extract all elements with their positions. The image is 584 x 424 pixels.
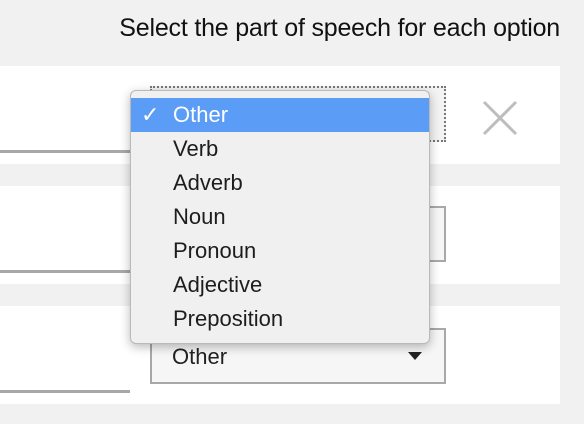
dropdown-option-other[interactable]: ✓ Other (131, 98, 429, 132)
page: Select the part of speech for each optio… (0, 0, 584, 424)
part-of-speech-dropdown: ✓ Other Verb Adverb Noun Pronoun Adjecti… (130, 90, 430, 344)
chevron-down-icon (408, 352, 422, 360)
check-icon: ✓ (141, 102, 160, 127)
answer-line (0, 390, 130, 393)
select-value: Other (172, 344, 228, 369)
option-label: Verb (173, 136, 219, 161)
dropdown-option-adjective[interactable]: Adjective (131, 268, 429, 302)
option-label: Adjective (173, 272, 263, 297)
answer-line (0, 270, 130, 273)
instruction-heading: Select the part of speech for each optio… (119, 14, 560, 42)
option-label: Preposition (173, 306, 284, 331)
option-label: Noun (173, 204, 226, 229)
dropdown-option-noun[interactable]: Noun (131, 200, 429, 234)
dropdown-option-preposition[interactable]: Preposition (131, 302, 429, 336)
answer-line (0, 150, 130, 153)
dropdown-option-verb[interactable]: Verb (131, 132, 429, 166)
close-icon[interactable] (478, 96, 522, 140)
option-label: Adverb (173, 170, 243, 195)
option-label: Other (173, 102, 229, 127)
dropdown-option-pronoun[interactable]: Pronoun (131, 234, 429, 268)
option-label: Pronoun (173, 238, 257, 263)
dropdown-option-adverb[interactable]: Adverb (131, 166, 429, 200)
